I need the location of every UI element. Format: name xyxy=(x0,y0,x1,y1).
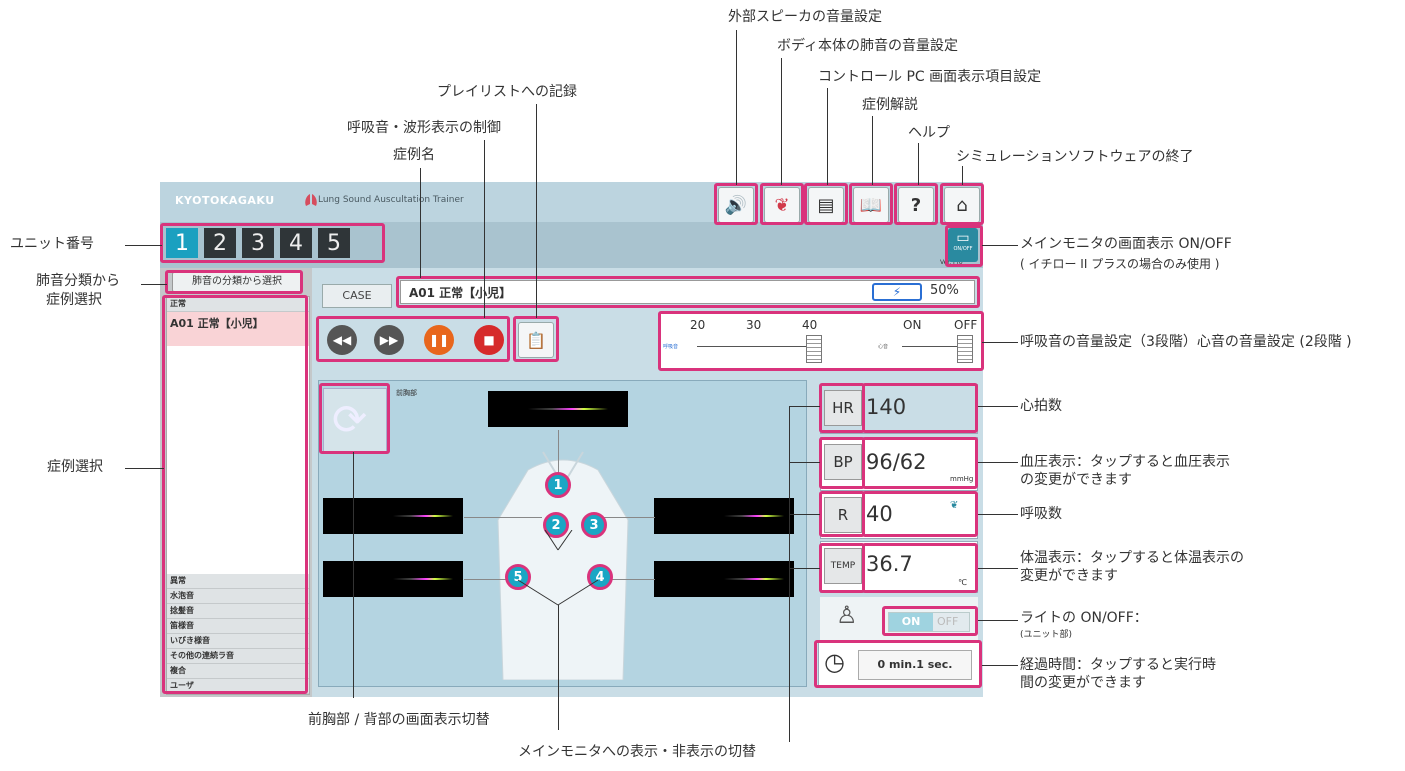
connector xyxy=(558,430,559,474)
leader-line xyxy=(982,342,1018,343)
highlight-r-value xyxy=(862,491,978,537)
leader-line xyxy=(789,406,820,407)
leader-line xyxy=(420,168,421,278)
annotation-resp-rate: 呼吸数 xyxy=(1020,506,1062,522)
annotation-bp-1: 血圧表示：タップすると血圧表示 xyxy=(1020,454,1230,470)
highlight-light xyxy=(882,606,978,636)
highlight-hr xyxy=(819,383,865,433)
annotation-light-note: (ユニット部) xyxy=(1020,630,1073,640)
waveform-5[interactable] xyxy=(323,561,463,597)
annotation-temp-2: 変更ができます xyxy=(1020,568,1118,584)
highlight-toolbar-5 xyxy=(894,183,938,225)
annotation-category-select-1: 肺音分類から xyxy=(36,273,120,289)
leader-line xyxy=(978,406,1018,407)
leader-line xyxy=(978,462,1018,463)
highlight-toolbar-4 xyxy=(849,183,893,225)
leader-line xyxy=(982,665,1018,666)
leader-line xyxy=(141,284,167,285)
annotation-help: ヘルプ xyxy=(908,125,950,141)
leader-line xyxy=(789,568,820,569)
waveform-1[interactable] xyxy=(488,391,628,427)
leader-line xyxy=(484,140,485,318)
highlight-category-button xyxy=(165,270,303,294)
highlight-toolbar-6 xyxy=(940,183,984,225)
annotation-exit: シミュレーションソフトウェアの終了 xyxy=(956,149,1194,165)
waveform-4[interactable] xyxy=(654,561,794,597)
annotation-breath-wave: 呼吸音・波形表示の制御 xyxy=(347,120,501,136)
leader-line xyxy=(872,116,873,185)
leader-line xyxy=(982,245,1018,246)
highlight-hr-value xyxy=(862,383,978,433)
annotation-bp-2: の変更ができます xyxy=(1020,472,1132,488)
highlight-bp xyxy=(819,437,865,489)
annotation-elapsed-1: 経過時間：タップすると実行時 xyxy=(1020,657,1216,673)
case-button[interactable]: CASE xyxy=(322,284,392,308)
leader-line xyxy=(918,143,919,185)
leader-line xyxy=(827,88,828,185)
highlight-timer xyxy=(814,640,982,688)
annotation-case-explanation: 症例解説 xyxy=(862,97,918,113)
annotation-heart-rate: 心拍数 xyxy=(1020,398,1062,414)
annotation-main-monitor-note: ( イチロー II プラスの場合のみ使用 ) xyxy=(1020,257,1220,271)
waveform-3[interactable] xyxy=(654,498,794,534)
leader-line xyxy=(736,30,737,185)
auscultation-spot-1[interactable]: 1 xyxy=(545,472,571,498)
highlight-temp xyxy=(819,543,865,593)
leader-line xyxy=(962,166,963,185)
annotation-main-monitor: メインモニタの画面表示 ON/OFF xyxy=(1020,236,1232,252)
leader-line xyxy=(978,514,1018,515)
annotation-temp-1: 体温表示：タップすると体温表示の xyxy=(1020,550,1244,566)
lung-logo-icon xyxy=(303,192,319,208)
connector xyxy=(464,517,542,518)
annotation-case-name: 症例名 xyxy=(393,147,435,163)
leader-fan xyxy=(517,530,599,606)
highlight-playlist xyxy=(513,316,559,362)
annotation-category-select-2: 症例選択 xyxy=(46,292,102,308)
annotation-light: ライトの ON/OFF： xyxy=(1020,610,1148,626)
highlight-onoff xyxy=(945,225,983,267)
leader-line xyxy=(125,245,162,246)
annotation-ext-speaker: 外部スピーカの音量設定 xyxy=(728,9,882,25)
brand-name: KYOTOKAGAKU xyxy=(175,194,275,207)
annotation-display-settings: コントロール PC 画面表示項目設定 xyxy=(818,69,1042,85)
annotation-view-switch: 前胸部 / 背部の画面表示切替 xyxy=(308,712,490,728)
leader-line xyxy=(978,620,1018,621)
highlight-units xyxy=(160,223,385,263)
leader-line xyxy=(781,58,782,185)
annotation-case-select: 症例選択 xyxy=(47,459,103,475)
highlight-bp-value xyxy=(862,437,978,489)
leader-line xyxy=(125,468,164,469)
waveform-2[interactable] xyxy=(323,498,463,534)
highlight-view-switch xyxy=(319,383,390,454)
highlight-case-list xyxy=(162,295,308,694)
light-icon: ♙ xyxy=(836,601,858,629)
annotation-volume: 呼吸音の音量設定（3段階）心音の音量設定 (2段階 ) xyxy=(1020,334,1352,350)
leader-line xyxy=(789,462,820,463)
product-name: Lung Sound Auscultation Trainer xyxy=(318,195,464,205)
highlight-playback xyxy=(316,316,510,362)
leader-line xyxy=(558,605,559,730)
highlight-toolbar-2 xyxy=(760,183,804,225)
annotation-unit-number: ユニット番号 xyxy=(10,236,94,252)
leader-line xyxy=(978,568,1018,569)
highlight-r xyxy=(819,491,865,537)
leader-line xyxy=(789,514,820,515)
highlight-toolbar-1 xyxy=(714,183,758,225)
annotation-monitor-toggle: メインモニタへの表示・非表示の切替 xyxy=(518,744,756,760)
leader-line xyxy=(789,406,790,742)
highlight-volume xyxy=(658,311,984,371)
highlight-temp-value xyxy=(862,543,978,593)
highlight-toolbar-3 xyxy=(804,183,848,225)
leader-line xyxy=(536,104,537,318)
annotation-playlist: プレイリストへの記録 xyxy=(437,84,577,100)
annotation-body-volume: ボディ本体の肺音の音量設定 xyxy=(777,38,959,54)
annotation-elapsed-2: 間の変更ができます xyxy=(1020,675,1146,691)
leader-line xyxy=(353,452,354,698)
view-label: 前胸部 xyxy=(396,389,417,397)
